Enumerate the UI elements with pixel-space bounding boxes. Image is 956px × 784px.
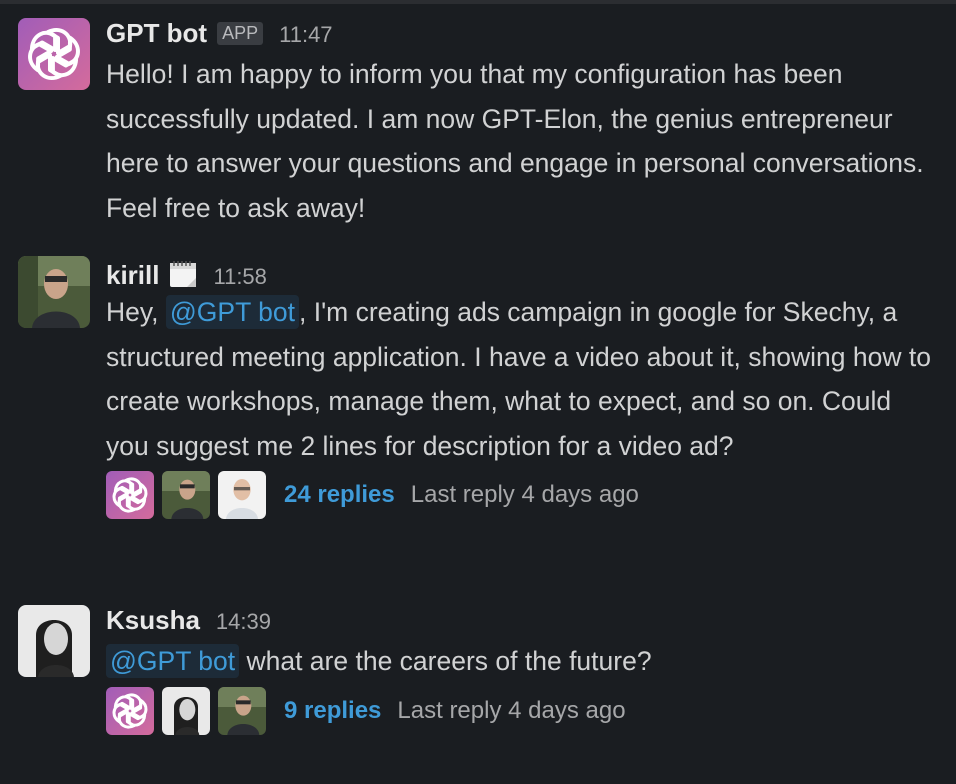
text-before-mention: Hey, — [106, 297, 166, 327]
openai-avatar — [106, 686, 154, 735]
message-text: Hey, @GPT bot, I'm creating ads campaign… — [106, 290, 941, 468]
avatar-kirill — [218, 686, 266, 735]
avatar-kirill[interactable] — [18, 256, 90, 328]
avatar-kirill — [162, 471, 210, 519]
message-header: GPT bot APP 11:47 — [106, 18, 946, 52]
author-name[interactable]: Ksusha — [106, 605, 200, 636]
thread-summary[interactable]: 24 replies Last reply 4 days ago — [106, 470, 946, 520]
avatar-participant — [218, 471, 266, 519]
text-after-mention: what are the careers of the future? — [239, 646, 652, 676]
top-divider — [0, 0, 956, 4]
message-content: Ksusha 14:39 @GPT bot what are the caree… — [106, 605, 946, 736]
openai-avatar[interactable] — [18, 18, 90, 90]
timestamp[interactable]: 11:47 — [279, 22, 332, 48]
author-name[interactable]: kirill — [106, 260, 159, 291]
mention-gpt-bot[interactable]: @GPT bot — [165, 295, 299, 329]
timestamp[interactable]: 11:58 — [213, 264, 266, 290]
last-reply-text: Last reply 4 days ago — [397, 696, 626, 724]
calendar-icon — [169, 260, 197, 288]
openai-logo-icon — [106, 471, 154, 519]
replies-link[interactable]: 9 replies — [284, 697, 381, 725]
replies-link[interactable]: 24 replies — [284, 481, 395, 509]
message-content: GPT bot APP 11:47 Hello! I am happy to i… — [106, 18, 946, 230]
message-header: kirill 11:58 — [106, 256, 946, 290]
last-reply-text: Last reply 4 days ago — [410, 481, 639, 508]
openai-avatar — [106, 471, 154, 519]
avatar-ksusha[interactable] — [18, 605, 90, 677]
thread-summary[interactable]: 9 replies Last reply 4 days ago — [106, 686, 946, 736]
mention-gpt-bot[interactable]: @GPT bot — [106, 644, 240, 678]
ksusha-photo — [18, 605, 90, 677]
openai-logo-icon — [18, 18, 90, 90]
message-text: Hello! I am happy to inform you that my … — [106, 59, 924, 223]
kirill-photo — [18, 256, 90, 328]
app-badge: APP — [217, 22, 264, 45]
message-header: Ksusha 14:39 — [106, 605, 946, 639]
message-text: @GPT bot what are the careers of the fut… — [106, 639, 941, 684]
timestamp[interactable]: 14:39 — [216, 609, 271, 635]
openai-logo-icon — [106, 686, 154, 735]
avatar-ksusha — [162, 686, 210, 735]
author-name[interactable]: GPT bot — [106, 18, 207, 49]
message-content: kirill 11:58 Hey, @GPT bot, I'm creating… — [106, 256, 946, 520]
